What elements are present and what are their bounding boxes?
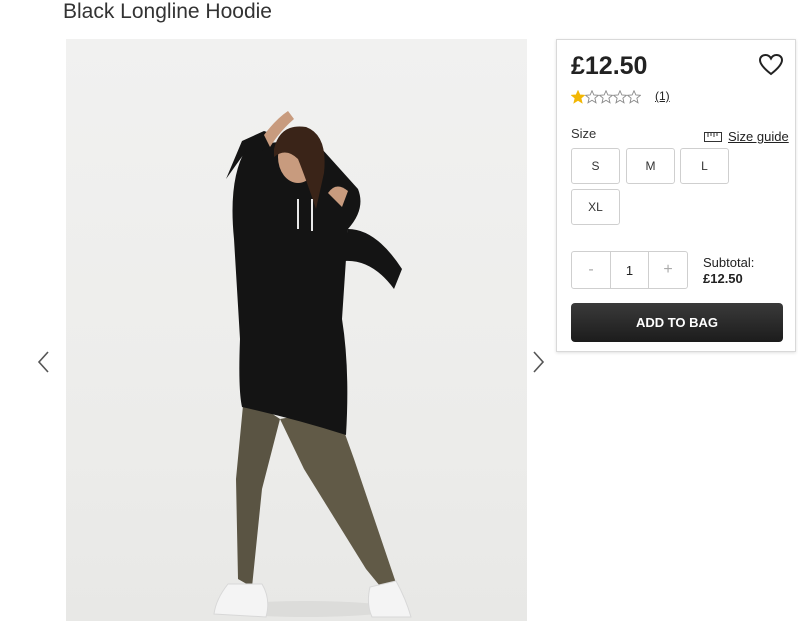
quantity-value[interactable]: 1: [610, 252, 649, 288]
subtotal-label: Subtotal:: [703, 255, 755, 270]
purchase-panel: £12.50 (1) Size Size guide S M L XL - 1 …: [556, 39, 796, 352]
product-title: Black Longline Hoodie: [63, 0, 272, 23]
gallery-prev-button[interactable]: [36, 348, 52, 376]
product-image: [66, 39, 527, 621]
size-label: Size: [571, 126, 597, 141]
heart-icon: [758, 53, 784, 76]
size-option-m[interactable]: M: [626, 148, 675, 184]
size-option-s[interactable]: S: [571, 148, 620, 184]
model-illustration: [213, 111, 412, 618]
ruler-icon: [704, 131, 722, 142]
quantity-increment-button[interactable]: +: [649, 252, 687, 288]
star-empty-icon: [613, 90, 627, 104]
chevron-left-icon: [37, 351, 49, 373]
gallery-next-button[interactable]: [530, 348, 546, 376]
favourite-button[interactable]: [758, 53, 784, 77]
size-guide-link[interactable]: Size guide: [704, 129, 789, 144]
size-option-xl[interactable]: XL: [571, 189, 620, 225]
subtotal-amount: £12.50: [703, 271, 743, 286]
star-empty-icon: [599, 90, 613, 104]
star-filled-icon: [571, 90, 585, 104]
rating-stars: [571, 90, 641, 104]
quantity-decrement-button[interactable]: -: [572, 252, 610, 288]
subtotal: Subtotal: £12.50: [703, 255, 754, 287]
star-empty-icon: [627, 90, 641, 104]
quantity-stepper: - 1 +: [571, 251, 688, 289]
product-price: £12.50: [571, 52, 648, 80]
review-count-link[interactable]: (1): [655, 89, 670, 103]
chevron-right-icon: [533, 351, 545, 373]
add-to-bag-button[interactable]: ADD TO BAG: [571, 303, 783, 342]
star-empty-icon: [585, 90, 599, 104]
size-guide-label: Size guide: [728, 129, 789, 144]
size-option-l[interactable]: L: [680, 148, 729, 184]
